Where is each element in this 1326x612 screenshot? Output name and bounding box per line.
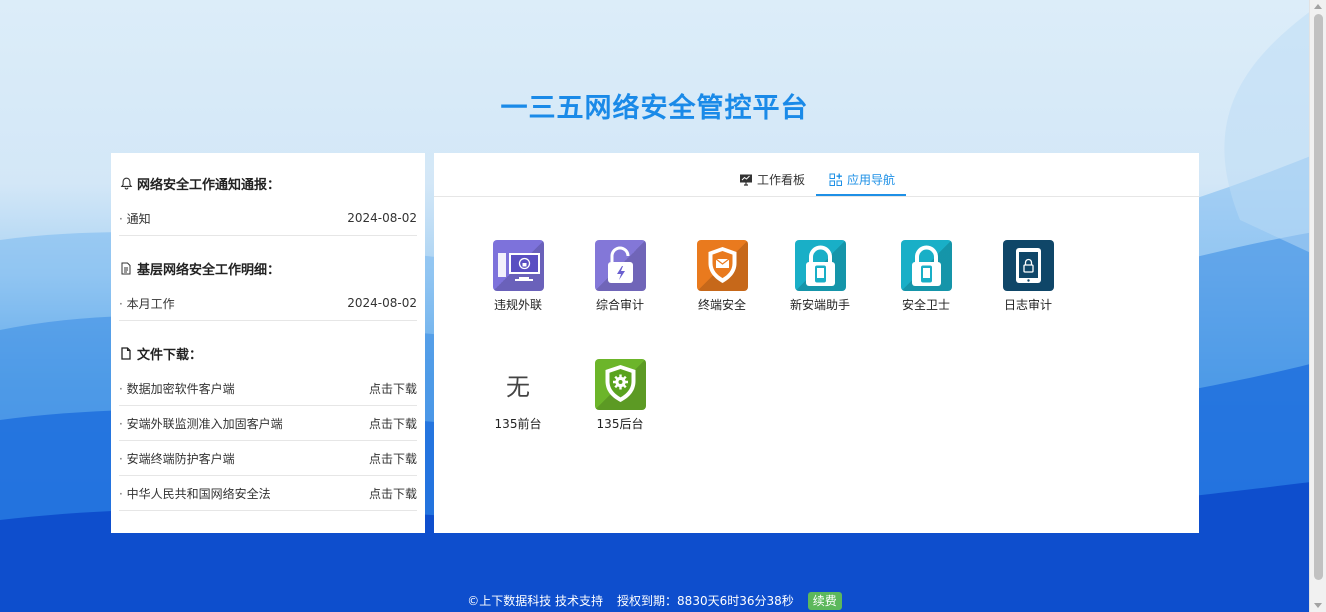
row-name[interactable]: 通知 (119, 210, 151, 227)
app-security-guard[interactable]: 安全卫士 (886, 240, 966, 313)
app-label: 综合审计 (595, 298, 644, 312)
notice-row[interactable]: 通知 2024-08-02 (119, 201, 417, 236)
tab-app-nav[interactable]: 应用导航 (829, 171, 895, 188)
app-comprehensive-audit[interactable]: 综合审计 (580, 240, 660, 313)
lock-phone-icon (900, 240, 952, 291)
scroll-down-arrow-icon[interactable] (1314, 603, 1322, 608)
page-title: 一三五网络安全管控平台 (500, 93, 809, 124)
app-log-audit[interactable]: 日志审计 (988, 240, 1068, 313)
document-icon (119, 261, 133, 275)
app-label: 新安端助手 (789, 298, 850, 312)
row-date: 2024-08-02 (347, 296, 417, 310)
app-label: 135前台 (494, 417, 542, 431)
app-135-backend[interactable]: 135后台 (580, 359, 660, 432)
missing-image-placeholder: 无 (506, 373, 530, 401)
monitor-icon (739, 173, 753, 187)
section-title: 文件下载： (137, 347, 203, 363)
section-work-header: 基层网络安全工作明细： (119, 259, 417, 278)
download-link[interactable]: 点击下载 (369, 450, 417, 467)
active-tab-indicator (816, 194, 906, 196)
row-name[interactable]: 本月工作 (119, 295, 175, 312)
app-terminal-security[interactable]: 终端安全 (682, 240, 762, 313)
download-link[interactable]: 点击下载 (369, 380, 417, 397)
scrollbar-thumb[interactable] (1314, 14, 1323, 580)
tab-label: 工作看板 (757, 173, 806, 187)
row-name: 数据加密软件客户端 (119, 380, 235, 397)
app-violation-outreach[interactable]: 违规外联 (478, 240, 558, 313)
download-link[interactable]: 点击下载 (369, 415, 417, 432)
file-icon (119, 346, 133, 360)
tab-label: 应用导航 (847, 173, 896, 187)
download-row[interactable]: 数据加密软件客户端 点击下载 (119, 371, 417, 406)
apps-icon (829, 173, 843, 187)
app-135-frontend[interactable]: 无 135前台 (478, 359, 558, 432)
row-name: 安端外联监测准入加固客户端 (119, 415, 283, 432)
download-link[interactable]: 点击下载 (369, 485, 417, 502)
computer-lock-icon (492, 240, 544, 291)
tab-dashboard[interactable]: 工作看板 (739, 171, 805, 188)
tablet-lock-icon (1002, 240, 1054, 291)
row-name: 中华人民共和国网络安全法 (119, 485, 271, 502)
row-date: 2024-08-02 (347, 211, 417, 225)
scroll-up-arrow-icon[interactable] (1314, 4, 1322, 9)
renew-button[interactable]: 续费 (807, 592, 842, 610)
app-label: 日志审计 (1003, 298, 1052, 312)
section-downloads-header: 文件下载： (119, 344, 417, 363)
download-row[interactable]: 安端终端防护客户端 点击下载 (119, 441, 417, 476)
footer: ©上下数据科技 技术支持 授权到期：8830天6时36分38秒 续费 (0, 592, 1309, 610)
shield-mail-icon (696, 240, 748, 291)
tech-support-text: ©上下数据科技 技术支持 (467, 594, 604, 608)
download-row[interactable]: 中华人民共和国网络安全法 点击下载 (119, 476, 417, 511)
left-info-panel: 网络安全工作通知通报： 通知 2024-08-02 基层网络安全工作明细： 本月… (111, 153, 425, 533)
tab-bar: 工作看板 应用导航 (434, 153, 1199, 197)
section-title: 网络安全工作通知通报： (137, 177, 281, 193)
section-notices-header: 网络安全工作通知通报： (119, 174, 417, 193)
app-label: 135后台 (596, 417, 644, 431)
download-row[interactable]: 安端外联监测准入加固客户端 点击下载 (119, 406, 417, 441)
app-new-terminal-assistant[interactable]: 新安端助手 (780, 240, 860, 313)
row-name: 安端终端防护客户端 (119, 450, 235, 467)
page-scrollbar[interactable] (1309, 0, 1326, 612)
app-label: 安全卫士 (901, 298, 950, 312)
app-panel: 工作看板 应用导航 违规外联 综合审计 终端安全 新安端助手 安全卫士 日志审计… (434, 153, 1199, 533)
app-label: 终端安全 (697, 298, 746, 312)
lock-phone-icon (794, 240, 846, 291)
shield-gear-icon (594, 359, 646, 410)
unlock-bolt-icon (594, 240, 646, 291)
work-row[interactable]: 本月工作 2024-08-02 (119, 286, 417, 321)
app-label: 违规外联 (493, 298, 542, 312)
license-expiry-text: 授权到期：8830天6时36分38秒 (617, 594, 794, 608)
section-title: 基层网络安全工作明细： (137, 262, 281, 278)
bell-icon (119, 176, 133, 190)
